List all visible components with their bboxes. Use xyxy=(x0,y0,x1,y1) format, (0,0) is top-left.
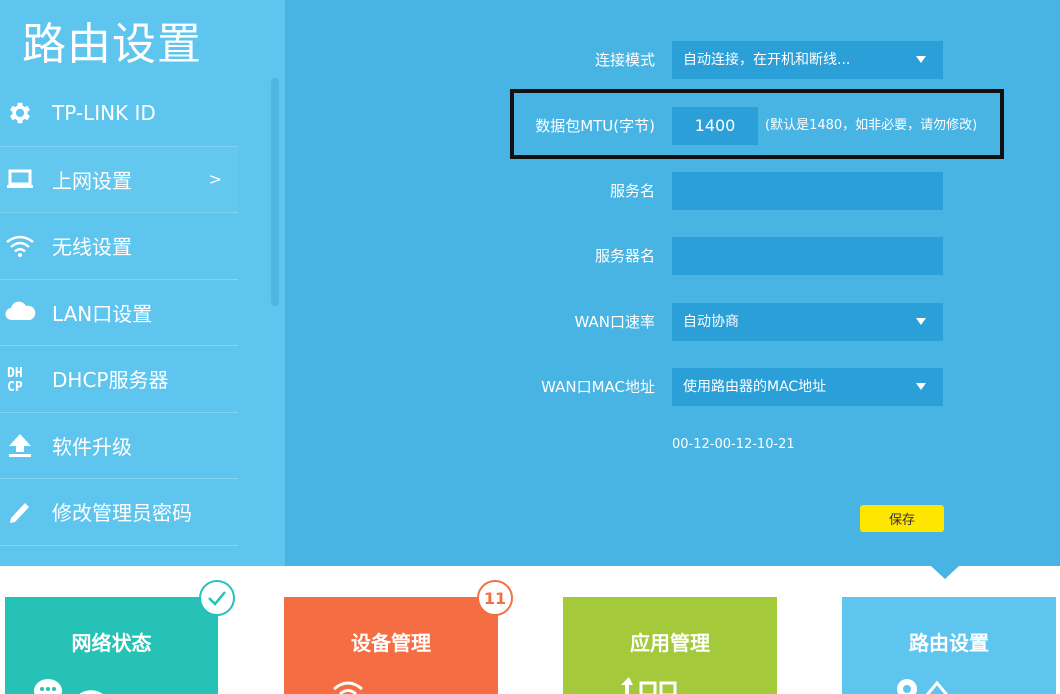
check-icon xyxy=(199,580,235,616)
sidebar-item-label: 修改管理员密码 xyxy=(52,501,192,526)
sidebar-item-lan-settings[interactable]: LAN口设置 xyxy=(0,280,238,346)
upload-icon xyxy=(0,425,40,465)
sidebar-item-label: 无线设置 xyxy=(52,235,132,260)
pencil-icon xyxy=(0,492,40,532)
chevron-down-icon xyxy=(916,56,926,63)
server-name-row: 服务器名 xyxy=(285,237,1060,275)
chat-bubble-icon xyxy=(33,675,104,694)
tile-label: 网络状态 xyxy=(71,631,152,655)
sidebar-item-label: 上网设置 xyxy=(52,168,132,193)
service-name-label: 服务名 xyxy=(609,182,655,200)
connection-mode-label: 连接模式 xyxy=(594,51,655,69)
device-count-badge: 11 xyxy=(477,580,513,616)
wan-mac-row: WAN口MAC地址 使用路由器的MAC地址 xyxy=(285,368,1060,406)
wan-speed-label: WAN口速率 xyxy=(574,313,656,331)
connection-mode-row: 连接模式 自动连接，在开机和断线... xyxy=(285,41,1060,79)
apps-icon xyxy=(619,675,679,694)
sidebar-item-dhcp-server[interactable]: DH CP DHCP服务器 xyxy=(0,346,238,413)
svg-text:CP: CP xyxy=(7,380,23,395)
service-name-input[interactable] xyxy=(672,172,943,210)
service-name-row: 服务名 xyxy=(285,172,1060,210)
tile-label: 路由设置 xyxy=(909,631,989,655)
sidebar: 路由设置 TP-LINK ID 上网设置 > 无线设置 LAN口设置 DH CP… xyxy=(0,0,285,566)
sidebar-item-change-admin-password[interactable]: 修改管理员密码 xyxy=(0,479,238,546)
wan-speed-row: WAN口速率 自动协商 xyxy=(285,303,1060,341)
tile-network-status[interactable]: 网络状态 xyxy=(5,597,218,694)
sidebar-nav: TP-LINK ID 上网设置 > 无线设置 LAN口设置 DH CP DHCP… xyxy=(0,80,238,546)
tile-app-management[interactable]: 应用管理 xyxy=(563,597,777,694)
wan-mac-label: WAN口MAC地址 xyxy=(541,378,655,396)
wan-speed-select[interactable]: 自动协商 xyxy=(672,303,943,341)
sidebar-item-label: LAN口设置 xyxy=(52,301,153,326)
save-button[interactable]: 保存 xyxy=(860,505,944,532)
wifi-icon xyxy=(0,226,40,266)
mtu-highlight-box xyxy=(510,89,1004,159)
connection-mode-select[interactable]: 自动连接，在开机和断线... xyxy=(672,41,943,79)
settings-panel: 连接模式 自动连接，在开机和断线... 数据包MTU(字节) 1400 (默认是… xyxy=(285,0,1060,566)
tile-device-management[interactable]: 设备管理 xyxy=(284,597,498,694)
sidebar-scrollbar[interactable] xyxy=(271,78,279,306)
chevron-right-icon: > xyxy=(208,169,222,189)
sidebar-title: 路由设置 xyxy=(22,19,202,70)
tile-label: 设备管理 xyxy=(351,631,431,655)
svg-text:DH: DH xyxy=(7,366,23,381)
mac-address-text: 00-12-00-12-10-21 xyxy=(672,437,795,452)
server-name-input[interactable] xyxy=(672,237,943,275)
dhcp-icon: DH CP xyxy=(0,359,40,399)
chevron-down-icon xyxy=(916,383,926,390)
connection-mode-value: 自动连接，在开机和断线... xyxy=(683,52,851,68)
sidebar-item-firmware-upgrade[interactable]: 软件升级 xyxy=(0,413,238,479)
sidebar-item-tplink-id[interactable]: TP-LINK ID xyxy=(0,80,238,147)
cloud-icon xyxy=(0,292,40,332)
wan-mac-value: 使用路由器的MAC地址 xyxy=(683,379,827,395)
active-tile-pointer xyxy=(931,566,959,579)
sidebar-item-internet-settings[interactable]: 上网设置 > xyxy=(0,146,238,213)
gear-icon xyxy=(893,673,953,694)
laptop-icon xyxy=(0,159,40,199)
wan-speed-value: 自动协商 xyxy=(683,314,739,330)
wifi-icon xyxy=(331,675,365,694)
sidebar-item-wireless-settings[interactable]: 无线设置 xyxy=(0,213,238,280)
sidebar-item-label: TP-LINK ID xyxy=(52,100,156,125)
chevron-down-icon xyxy=(916,318,926,325)
wan-mac-select[interactable]: 使用路由器的MAC地址 xyxy=(672,368,943,406)
sidebar-item-label: 软件升级 xyxy=(52,434,132,459)
gear-icon xyxy=(0,93,40,133)
tile-router-settings[interactable]: 路由设置 xyxy=(842,597,1056,694)
tile-label: 应用管理 xyxy=(630,631,710,655)
sidebar-item-label: DHCP服务器 xyxy=(52,368,169,393)
server-name-label: 服务器名 xyxy=(594,247,655,265)
